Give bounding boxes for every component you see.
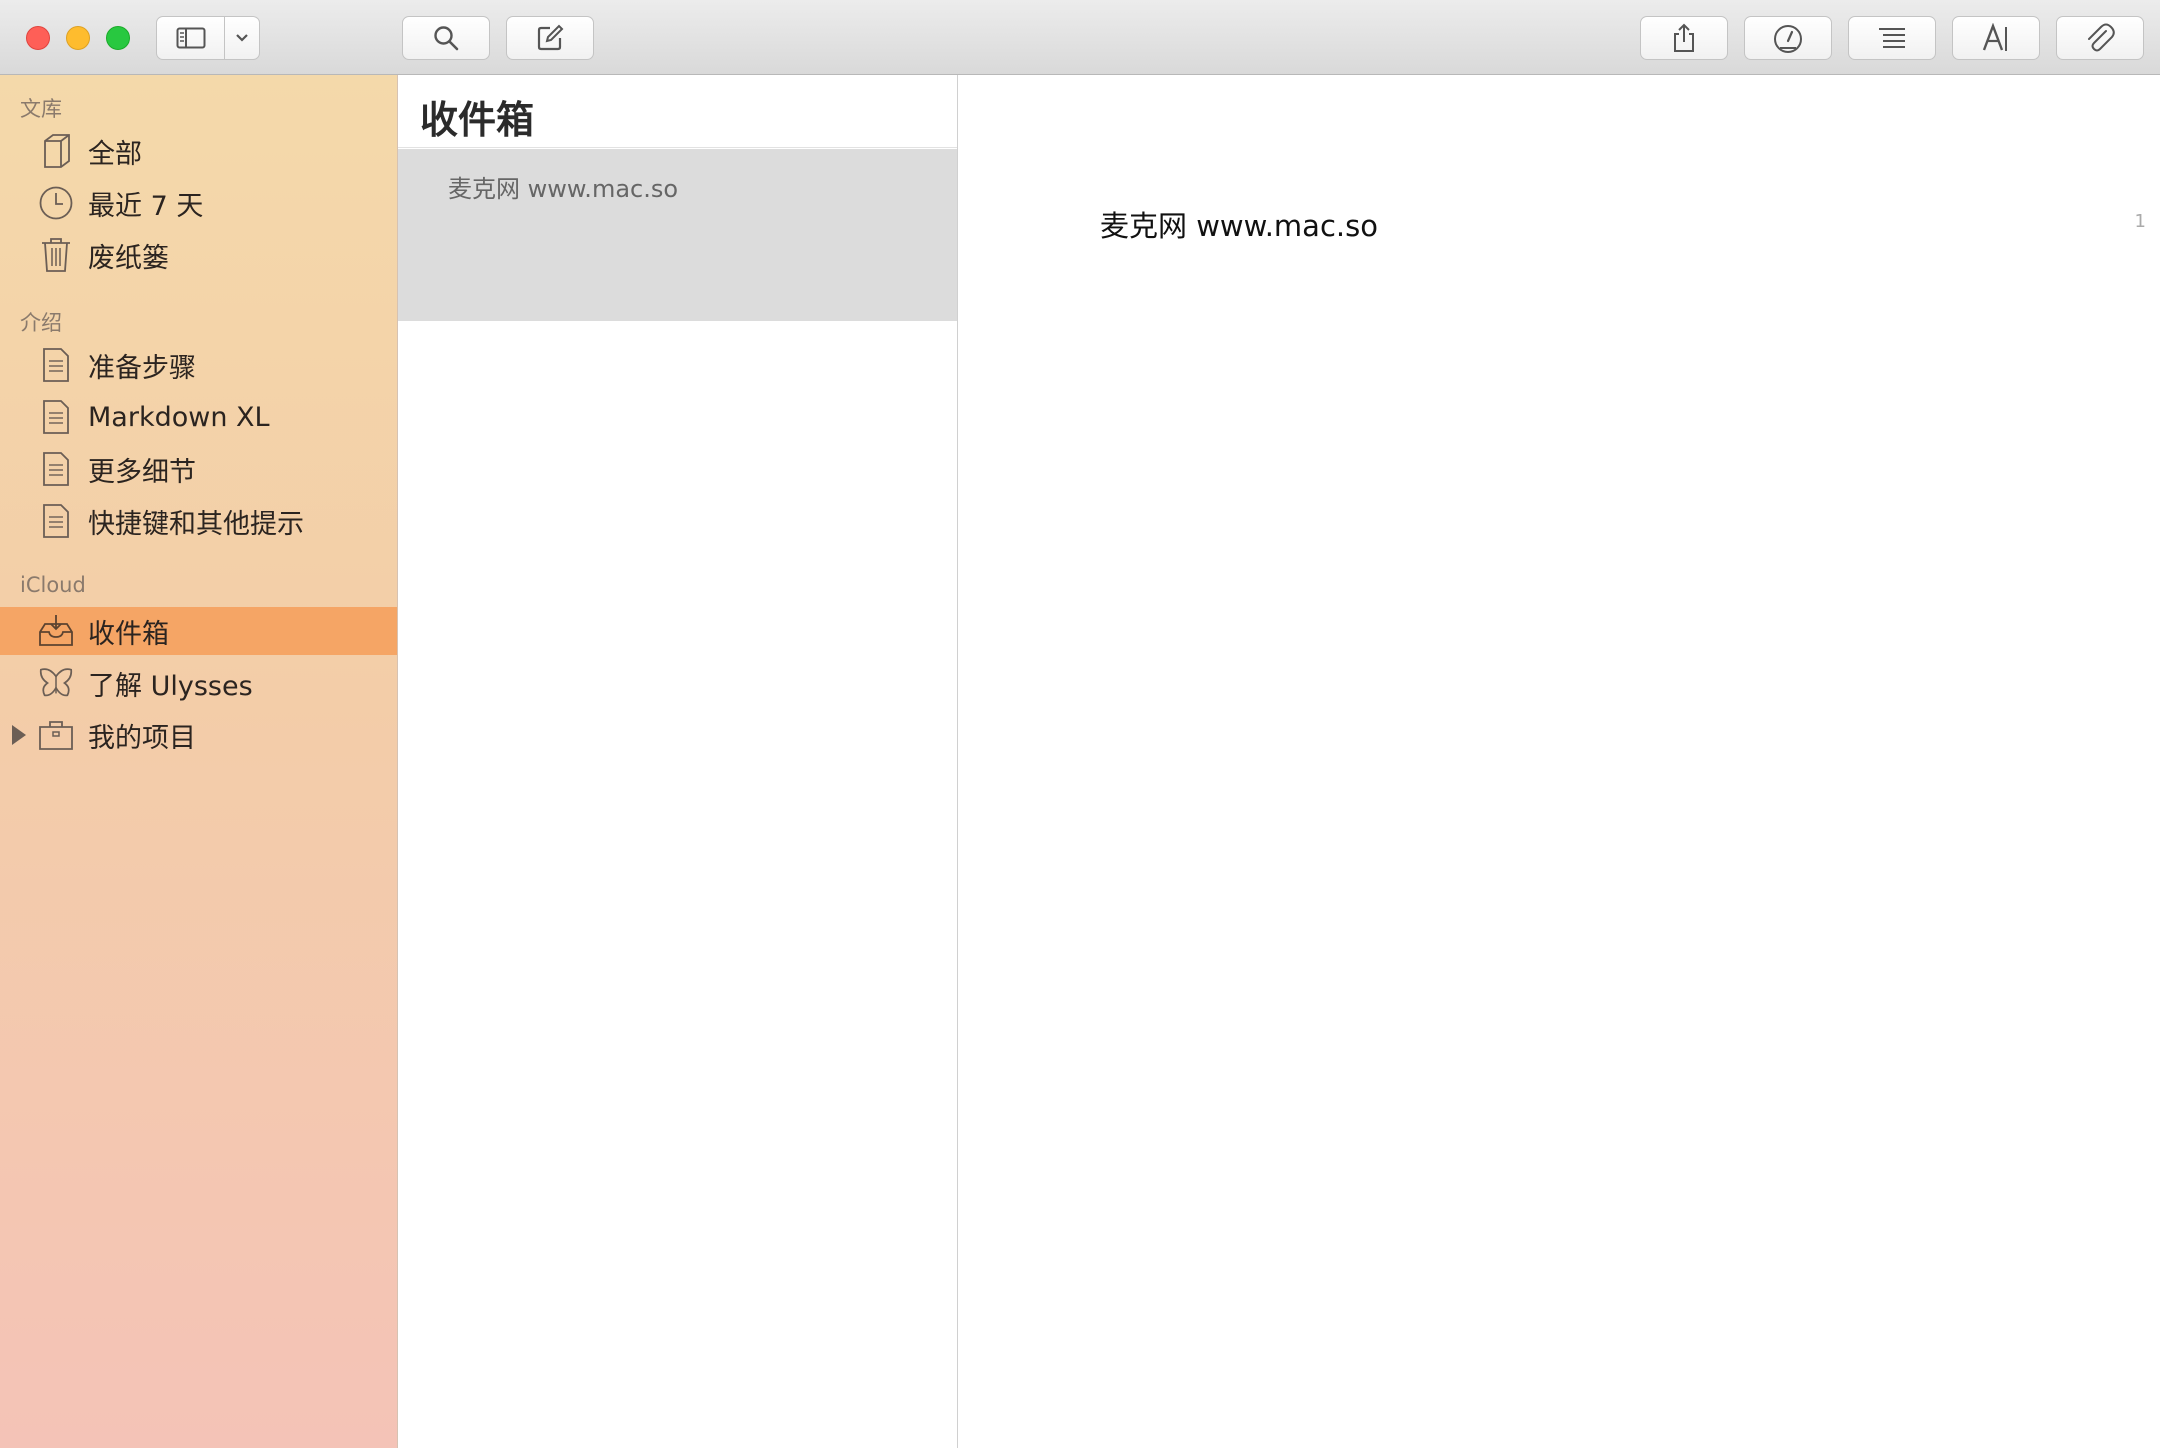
sidebar-item-markdown-xl[interactable]: Markdown XL bbox=[0, 393, 397, 441]
ulysses-window: 文库 全部 最近 7 天 废纸篓 介绍 准备步骤 Markdown XL 更多细… bbox=[0, 0, 2160, 1448]
outline-button[interactable] bbox=[1848, 16, 1936, 60]
sidebar-item-label: Markdown XL bbox=[88, 401, 270, 433]
sidebar-item-getting-started[interactable]: 准备步骤 bbox=[0, 341, 397, 389]
sheet-list-item[interactable]: 麦克网 www.mac.so bbox=[398, 149, 957, 321]
library-sidebar: 文库 全部 最近 7 天 废纸篓 介绍 准备步骤 Markdown XL 更多细… bbox=[0, 75, 398, 1448]
gauge-icon bbox=[1774, 25, 1802, 53]
sidebar-item-label: 更多细节 bbox=[88, 456, 196, 488]
sheet-preview-text: 麦克网 www.mac.so bbox=[448, 175, 679, 203]
sidebar-toggle-group bbox=[156, 16, 260, 60]
search-icon bbox=[434, 26, 459, 51]
editor-text-line[interactable]: 麦克网 www.mac.so bbox=[1100, 203, 1378, 245]
search-button[interactable] bbox=[402, 16, 490, 60]
dashboard-button[interactable] bbox=[1744, 16, 1832, 60]
toolbar bbox=[0, 0, 2160, 75]
document-icon bbox=[38, 399, 74, 435]
sidebar-item-my-projects[interactable]: 我的项目 bbox=[0, 711, 397, 759]
disclosure-triangle-icon[interactable] bbox=[12, 725, 26, 745]
section-label-library: 文库 bbox=[20, 97, 62, 121]
sidebar-item-shortcuts-tips[interactable]: 快捷键和其他提示 bbox=[0, 497, 397, 545]
clock-icon bbox=[38, 185, 74, 221]
sidebar-item-inbox[interactable]: 收件箱 bbox=[0, 607, 397, 655]
sidebar-item-label: 准备步骤 bbox=[88, 352, 196, 384]
section-label-introduction: 介绍 bbox=[20, 311, 62, 335]
share-button[interactable] bbox=[1640, 16, 1728, 60]
typography-button[interactable] bbox=[1952, 16, 2040, 60]
view-options-dropdown[interactable] bbox=[225, 17, 259, 59]
inbox-icon bbox=[38, 613, 74, 649]
trash-icon bbox=[38, 237, 74, 273]
zoom-window-button[interactable] bbox=[106, 26, 130, 50]
sidebar-item-label: 废纸篓 bbox=[88, 242, 169, 274]
sidebar-item-discover-ulysses[interactable]: 了解 Ulysses bbox=[0, 659, 397, 707]
chevron-down-icon bbox=[236, 34, 248, 42]
editor-pane[interactable]: 麦克网 www.mac.so 1 bbox=[958, 75, 2160, 1448]
sheet-list: 收件箱 麦克网 www.mac.so bbox=[398, 75, 958, 1448]
list-icon bbox=[1879, 28, 1905, 48]
folder-icon bbox=[38, 717, 74, 753]
typography-icon bbox=[1982, 23, 2007, 51]
compose-icon bbox=[537, 24, 564, 51]
sidebar-toggle-button[interactable] bbox=[157, 17, 226, 59]
sidebar-item-label: 了解 Ulysses bbox=[88, 670, 253, 702]
sidebar-icon bbox=[176, 27, 206, 49]
paperclip-icon bbox=[2088, 23, 2115, 52]
section-label-icloud: iCloud bbox=[20, 573, 86, 597]
butterfly-icon bbox=[38, 665, 74, 701]
attachments-button[interactable] bbox=[2056, 16, 2144, 60]
document-icon bbox=[38, 451, 74, 487]
sidebar-item-all[interactable]: 全部 bbox=[0, 127, 397, 175]
sidebar-item-last-7-days[interactable]: 最近 7 天 bbox=[0, 179, 397, 227]
divider bbox=[398, 147, 957, 148]
close-window-button[interactable] bbox=[26, 26, 50, 50]
new-sheet-button[interactable] bbox=[506, 16, 594, 60]
sidebar-item-more-details[interactable]: 更多细节 bbox=[0, 445, 397, 493]
sidebar-item-label: 最近 7 天 bbox=[88, 190, 204, 222]
document-icon bbox=[38, 347, 74, 383]
sidebar-item-label: 快捷键和其他提示 bbox=[88, 508, 304, 540]
sidebar-item-label: 收件箱 bbox=[88, 618, 169, 650]
document-icon bbox=[38, 503, 74, 539]
sidebar-item-trash[interactable]: 废纸篓 bbox=[0, 231, 397, 279]
sidebar-item-label: 全部 bbox=[88, 138, 142, 170]
book-icon bbox=[38, 133, 74, 169]
share-icon bbox=[1674, 23, 1694, 52]
minimize-window-button[interactable] bbox=[66, 26, 90, 50]
sidebar-item-label: 我的项目 bbox=[88, 722, 196, 754]
sheet-list-title: 收件箱 bbox=[420, 98, 535, 142]
line-number: 1 bbox=[2134, 211, 2146, 232]
